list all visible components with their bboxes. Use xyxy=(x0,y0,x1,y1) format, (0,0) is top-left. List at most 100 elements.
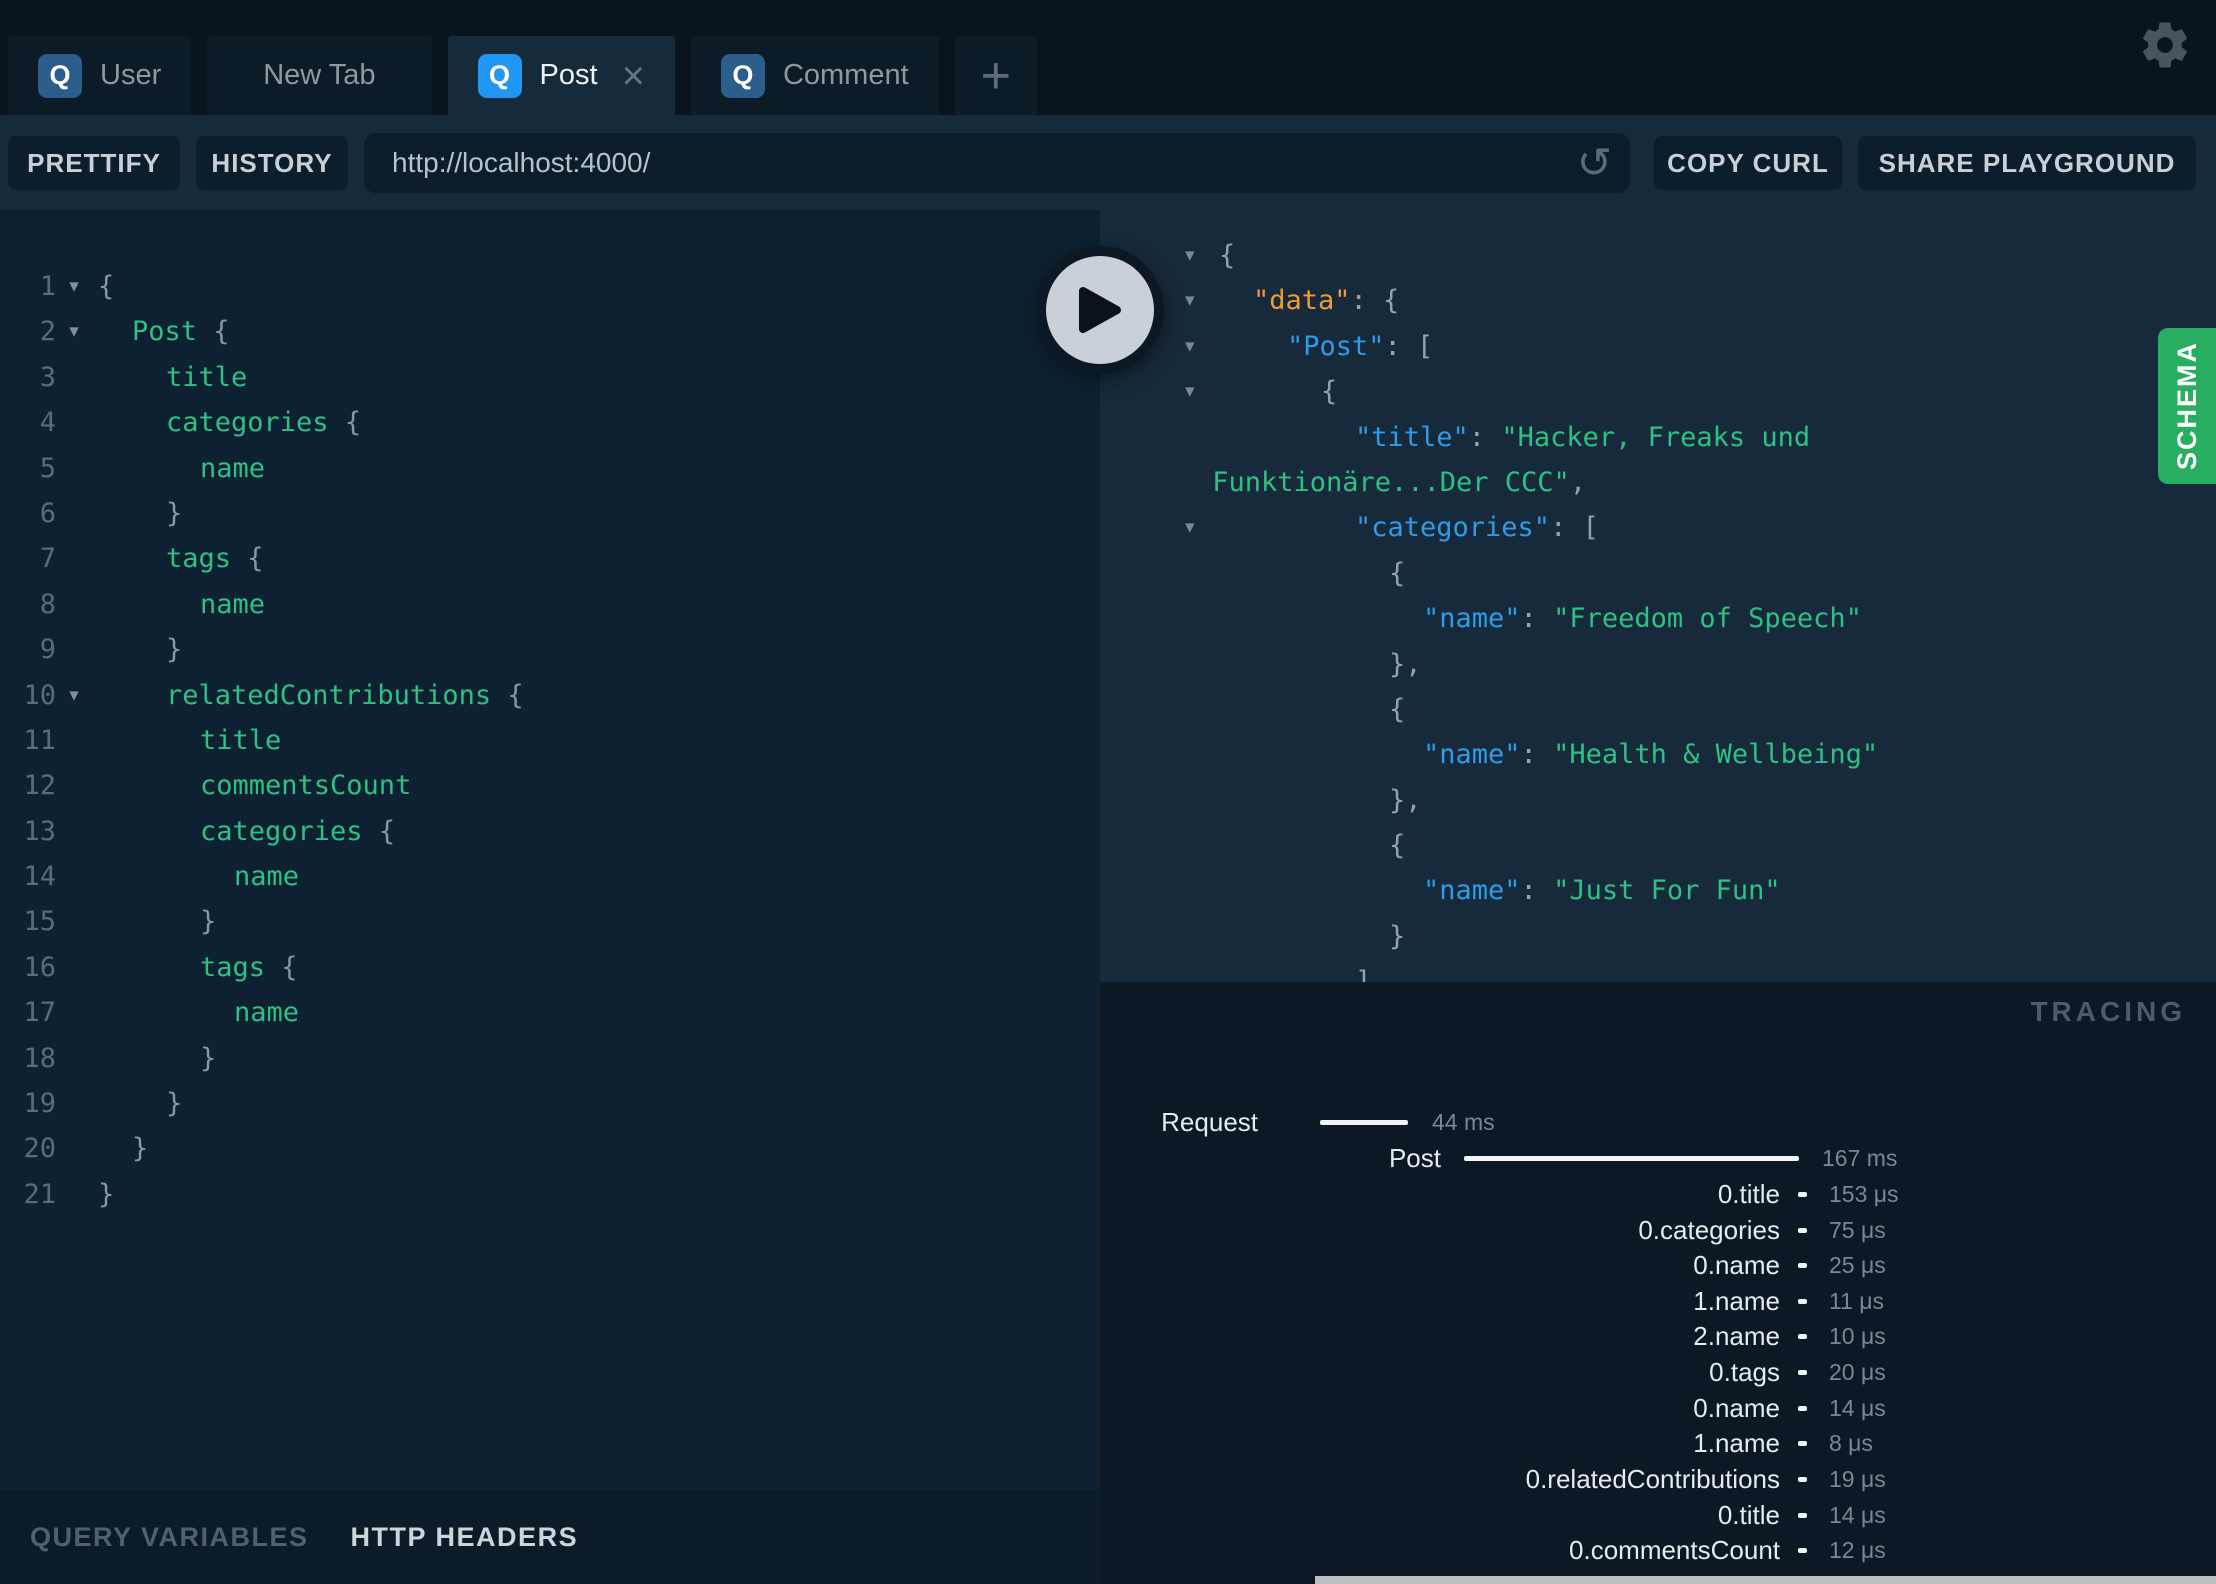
token-key: "Post" xyxy=(1287,330,1385,362)
tracing-duration-bar xyxy=(1798,1334,1807,1339)
query-code: } xyxy=(92,1172,1100,1217)
token-field: categories xyxy=(166,407,329,439)
token-str: "Just For Fun" xyxy=(1553,875,1781,907)
token-brace: { xyxy=(328,407,362,439)
schema-tab-label: SCHEMA xyxy=(2171,341,2202,471)
query-code: Post { xyxy=(92,309,1100,354)
query-line: 16 tags { xyxy=(0,945,1100,990)
response-line: ▾{ xyxy=(1100,369,2216,414)
response-code: "categories": [ xyxy=(1100,505,2216,550)
play-icon xyxy=(1079,287,1121,333)
query-code: } xyxy=(92,1081,1100,1126)
query-variables-tab[interactable]: QUERY VARIABLES xyxy=(30,1522,309,1553)
query-type-badge: Q xyxy=(477,53,522,98)
share-playground-button[interactable]: SHARE PLAYGROUND xyxy=(1858,136,2196,190)
query-type-badge: Q xyxy=(38,53,82,98)
response-line: { xyxy=(1100,551,2216,596)
query-editor-lines: 1 ▾{2 ▾ Post {3 title 4 categories {5 name 6} 7 ta… xyxy=(0,210,1100,1217)
token-brace: } xyxy=(200,1042,217,1074)
endpoint-url-input[interactable] xyxy=(364,133,1630,193)
response-pane[interactable]: ▾{▾ "data": {▾ "Post": [▾{"title": "Hacker… xyxy=(1100,210,2216,982)
tracing-duration-text: 20 μs xyxy=(1829,1359,1886,1385)
query-line: 2 ▾ Post { xyxy=(0,309,1100,354)
fold-arrow-icon[interactable]: ▾ xyxy=(1185,233,1195,278)
token-brace: { xyxy=(491,679,524,711)
tracing-resolver-label: Post xyxy=(1388,1143,1441,1173)
token-brace: } xyxy=(200,906,217,938)
query-type-badge: Q xyxy=(720,53,765,98)
token-field: name xyxy=(234,997,300,1029)
token-key: "name" xyxy=(1423,875,1521,907)
token-str: "Hacker, Freaks und xyxy=(1501,421,1811,453)
tab-new-tab[interactable]: New Tab xyxy=(207,36,432,115)
prettify-button[interactable]: PRETTIFY xyxy=(8,136,180,190)
query-code: commentsCount xyxy=(92,763,1100,808)
response-lines: ▾{▾ "data": {▾ "Post": [▾{"title": "Hacker… xyxy=(1100,210,2216,982)
copy-curl-button[interactable]: COPY CURL xyxy=(1654,136,1842,190)
fold-arrow-icon[interactable]: ▾ xyxy=(1185,369,1195,414)
tab-comment[interactable]: Q Comment xyxy=(690,36,939,115)
tab-label: User xyxy=(100,59,162,91)
response-code: { xyxy=(1100,687,2216,732)
query-line: 1 ▾{ xyxy=(0,264,1100,309)
tab-post[interactable]: Q Post × xyxy=(447,36,675,115)
tracing-panel[interactable]: TRACING Request 44 ms Post 167 ms 0.title 153… xyxy=(1100,982,2216,1584)
token-field: name xyxy=(234,861,300,893)
tracing-duration-text: 44 ms xyxy=(1432,1109,1495,1135)
tracing-duration-bar xyxy=(1798,1299,1807,1304)
tracing-resolver-label: 0.name xyxy=(1693,1393,1780,1423)
fold-arrow-icon[interactable]: ▾ xyxy=(1185,278,1195,323)
tracing-resolver-label: 0.commentsCount xyxy=(1569,1535,1780,1565)
token-brace: } xyxy=(98,1178,115,1210)
reload-schema-icon[interactable]: ↺ xyxy=(1577,139,1612,187)
horizontal-scrollbar[interactable] xyxy=(1315,1576,2216,1584)
line-number: 12 xyxy=(23,770,56,802)
token-brace: } xyxy=(132,1133,149,1165)
history-button[interactable]: HISTORY xyxy=(196,136,348,190)
tracing-duration-bar xyxy=(1798,1370,1807,1375)
token-brace: { xyxy=(362,815,396,847)
line-number: 13 xyxy=(23,815,56,847)
execute-query-button[interactable] xyxy=(1036,246,1164,374)
tracing-resolver-label: 0.relatedContributions xyxy=(1525,1464,1780,1494)
tab-user[interactable]: Q User xyxy=(8,36,192,115)
tab-label: New Tab xyxy=(263,59,376,91)
new-tab-button[interactable]: + xyxy=(954,36,1038,115)
line-number: 19 xyxy=(23,1088,56,1120)
token-field: title xyxy=(166,361,248,393)
tracing-row: 1.name 8 μs xyxy=(1100,1425,2216,1461)
token-punct: { xyxy=(1389,693,1406,725)
token-key-root: "data" xyxy=(1253,285,1351,317)
tracing-duration-bar xyxy=(1464,1156,1799,1161)
settings-gear-icon[interactable] xyxy=(2138,18,2192,72)
token-punct: { xyxy=(1389,557,1406,589)
query-code: name xyxy=(92,446,1100,491)
query-code: } xyxy=(92,627,1100,672)
response-code: "data": { xyxy=(1100,278,2216,323)
tracing-row: 0.title 153 μs xyxy=(1100,1176,2216,1212)
fold-arrow-icon[interactable]: ▾ xyxy=(56,309,92,354)
fold-arrow-icon[interactable]: ▾ xyxy=(56,673,92,718)
http-headers-tab[interactable]: HTTP HEADERS xyxy=(351,1522,579,1553)
fold-arrow-icon[interactable]: ▾ xyxy=(56,264,92,309)
token-field: name xyxy=(200,452,266,484)
token-brace: } xyxy=(166,497,183,529)
fold-arrow-icon[interactable]: ▾ xyxy=(1185,324,1195,369)
line-number: 14 xyxy=(23,861,56,893)
line-number: 10 xyxy=(23,679,56,711)
tracing-row: 0.title 14 μs xyxy=(1100,1497,2216,1533)
response-code: { xyxy=(1100,551,2216,596)
token-punct: : { xyxy=(1350,285,1400,317)
schema-tab[interactable]: SCHEMA xyxy=(2158,328,2216,484)
query-editor[interactable]: 1 ▾{2 ▾ Post {3 title 4 categories {5 name 6} 7 ta… xyxy=(0,210,1100,1490)
tracing-row: Post 167 ms xyxy=(1100,1140,2216,1176)
query-line: 9} xyxy=(0,627,1100,672)
fold-arrow-icon[interactable]: ▾ xyxy=(1185,505,1195,550)
toolbar: PRETTIFY HISTORY ↺ COPY CURL SHARE PLAYG… xyxy=(0,115,2216,210)
close-tab-icon[interactable]: × xyxy=(622,56,645,96)
